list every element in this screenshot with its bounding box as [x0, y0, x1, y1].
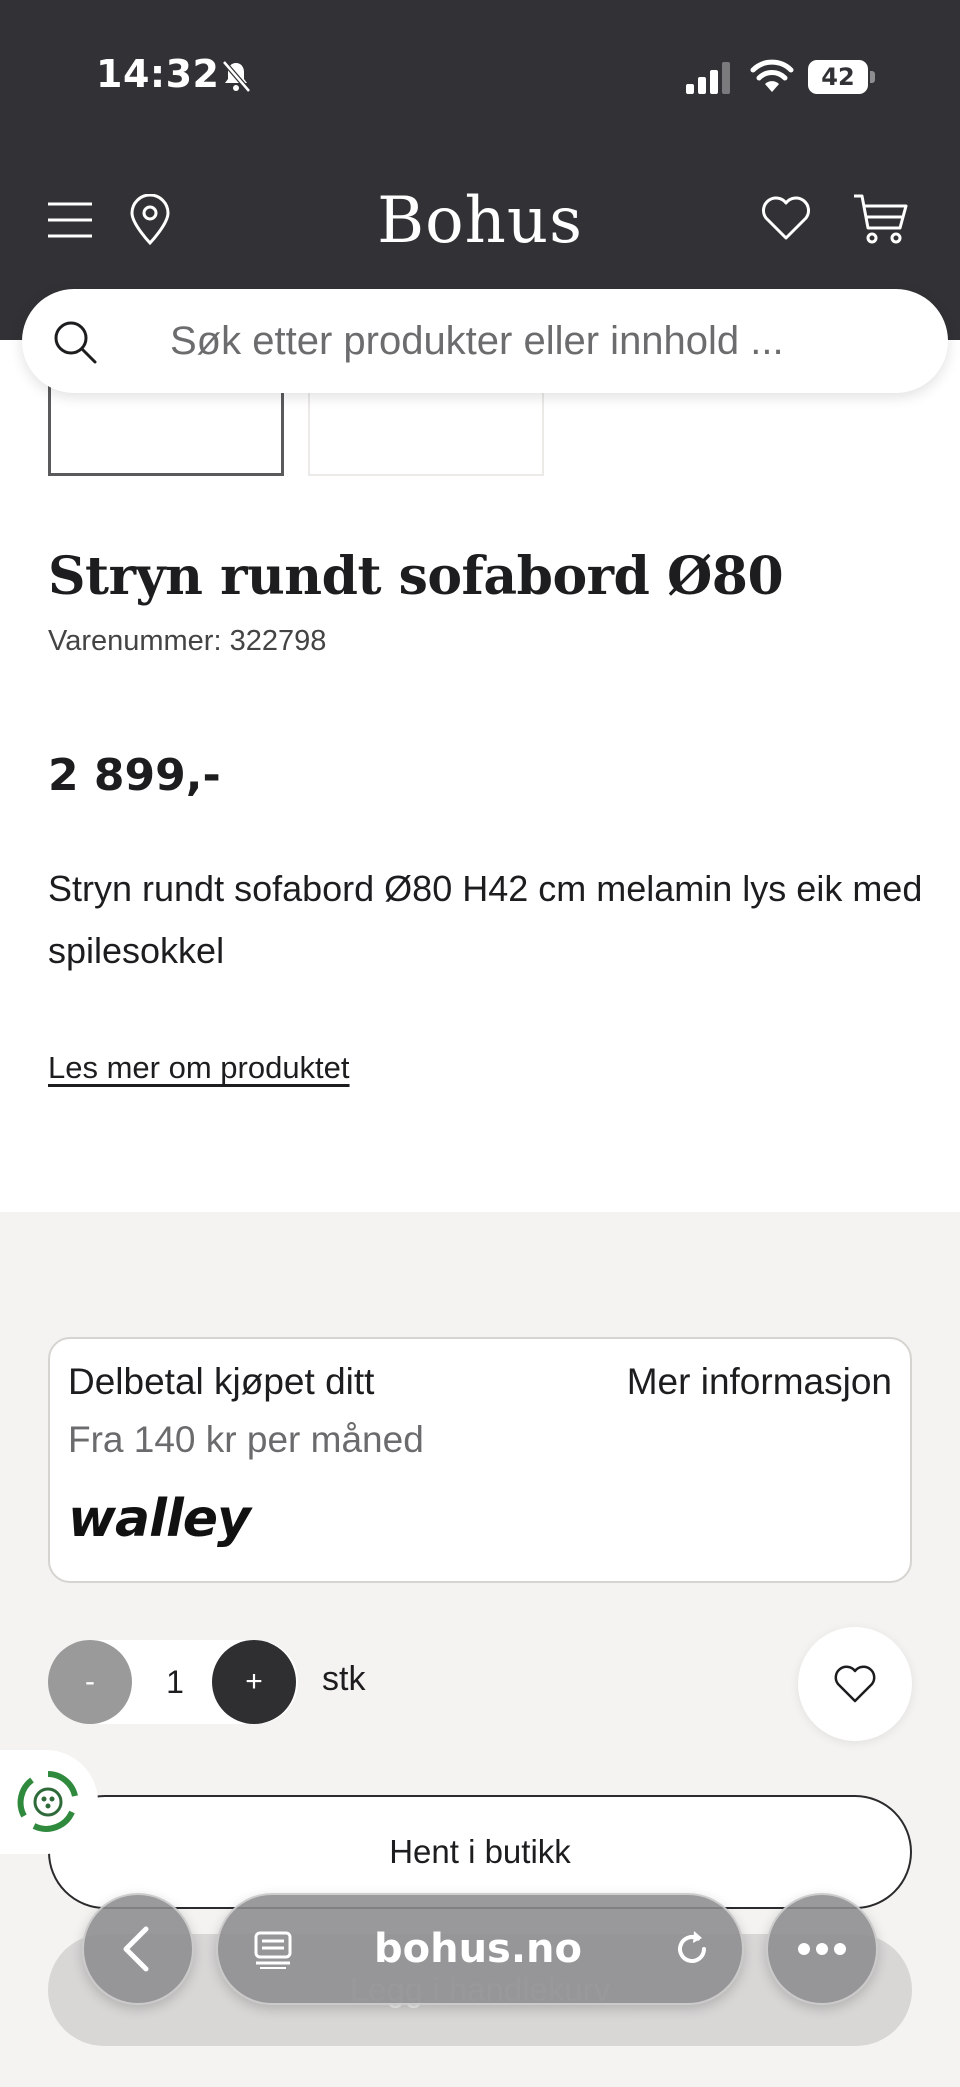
browser-address-bar[interactable]: bohus.no	[216, 1893, 744, 2005]
increase-quantity-button[interactable]: +	[212, 1640, 296, 1724]
battery-indicator: 42	[808, 60, 876, 94]
product-title: Stryn rundt sofabord Ø80	[48, 546, 784, 607]
cart-icon[interactable]	[852, 192, 910, 246]
status-time: 14:32	[96, 52, 220, 96]
browser-back-button[interactable]	[82, 1893, 194, 2005]
quantity-value[interactable]: 1	[132, 1640, 218, 1724]
read-more-link[interactable]: Les mer om produktet	[48, 1050, 350, 1086]
product-description: Stryn rundt sofabord Ø80 H42 cm melamin …	[48, 868, 923, 971]
brand-logo[interactable]: Bohus	[330, 184, 630, 258]
page-menu-icon[interactable]	[252, 1929, 294, 1971]
more-info-link[interactable]: Mer informasjon	[627, 1361, 892, 1403]
browser-url: bohus.no	[373, 1926, 583, 1972]
decrease-quantity-button[interactable]: -	[48, 1640, 132, 1724]
recycle-icon	[17, 1771, 78, 1832]
installment-price: Fra 140 kr per måned	[68, 1419, 424, 1460]
installment-card: Delbetal kjøpet ditt Mer informasjon Fra…	[48, 1337, 912, 1583]
product-sku: Varenummer: 322798	[48, 625, 327, 657]
search-bar[interactable]	[22, 289, 948, 393]
quantity-stepper: - 1 +	[48, 1640, 298, 1724]
reload-icon[interactable]	[670, 1927, 714, 1971]
battery-level: 42	[821, 63, 855, 91]
menu-icon[interactable]	[46, 200, 94, 240]
heart-icon[interactable]	[760, 194, 812, 242]
location-pin-icon[interactable]	[128, 194, 172, 246]
cellular-signal-icon	[686, 62, 730, 94]
quantity-unit: stk	[322, 1660, 366, 1698]
chevron-left-icon	[123, 1926, 149, 1972]
installment-title: Delbetal kjøpet ditt	[68, 1361, 375, 1402]
pickup-in-store-button[interactable]: Hent i butikk	[48, 1795, 912, 1909]
add-to-wishlist-button[interactable]	[798, 1627, 912, 1741]
product-price: 2 899,-	[48, 750, 221, 801]
wifi-icon	[750, 59, 794, 92]
search-input[interactable]	[170, 289, 910, 393]
product-page: 14:32 42 Bohus Stryn rundt sofabord Ø80 …	[0, 0, 960, 2087]
more-dots-icon	[798, 1943, 846, 1955]
search-icon	[54, 321, 97, 364]
heart-icon	[834, 1665, 876, 1703]
bell-muted-icon	[222, 60, 251, 93]
walley-logo: walley	[68, 1489, 251, 1549]
browser-more-button[interactable]	[766, 1893, 878, 2005]
product-details: Stryn rundt sofabord Ø80 Varenummer: 322…	[0, 340, 960, 1212]
